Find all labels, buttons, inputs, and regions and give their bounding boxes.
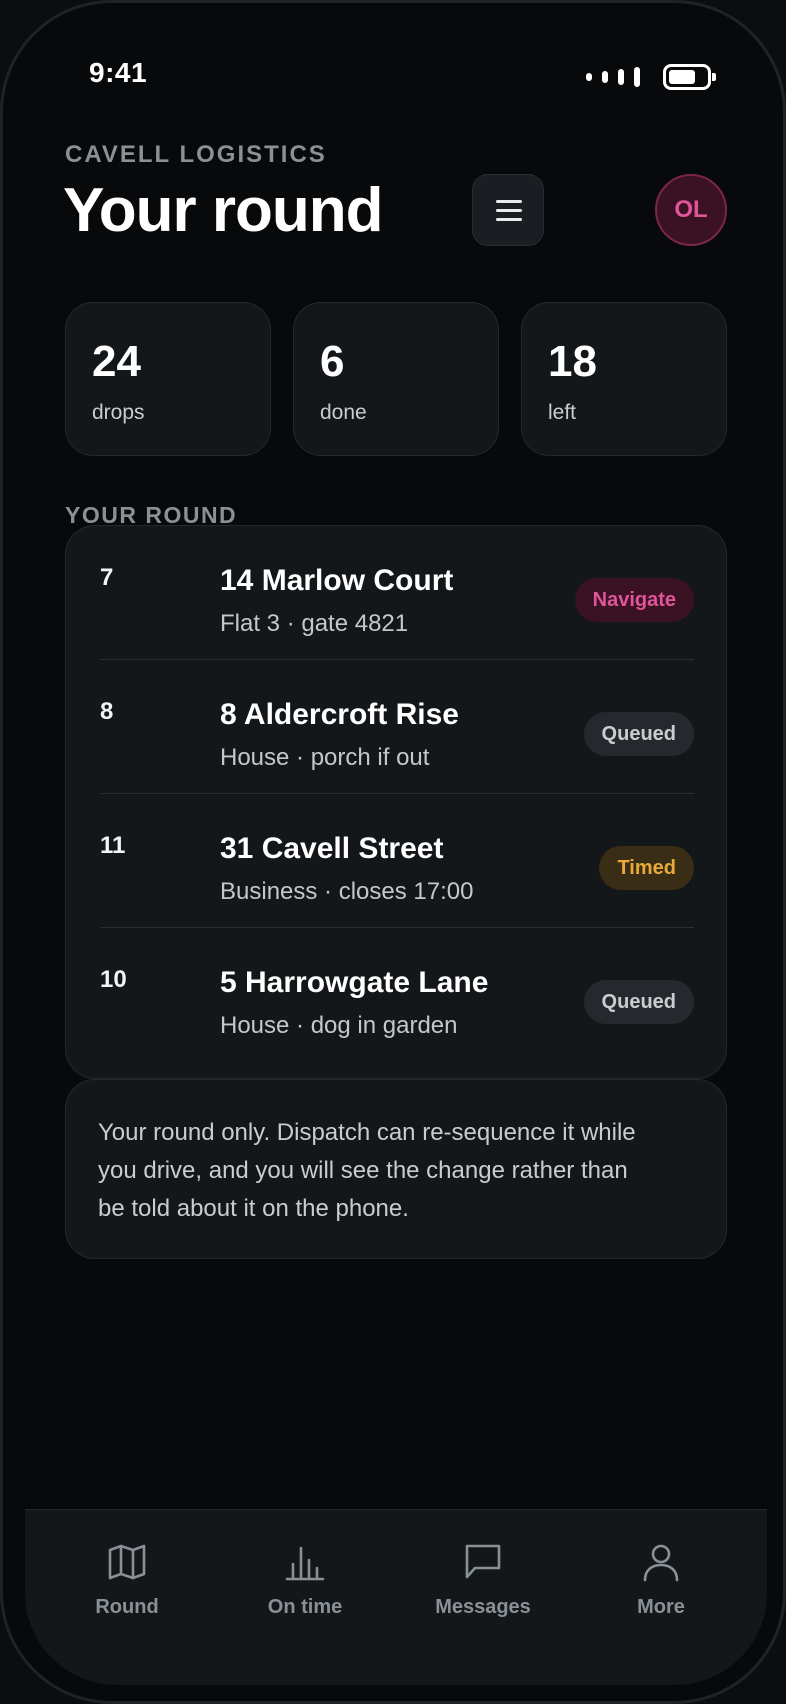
stat-value: 18 (548, 337, 597, 386)
stop-row[interactable]: 10 5 Harrowgate Lane House · dog in gard… (100, 928, 694, 1062)
tab-on-time[interactable]: On time (225, 1542, 385, 1632)
navigate-button[interactable]: Navigate (574, 578, 694, 622)
message-icon (465, 1544, 501, 1579)
info-note: Your round only. Dispatch can re-sequenc… (65, 1079, 727, 1259)
status-badge: Queued (583, 712, 694, 756)
status-badge: Timed (599, 846, 694, 890)
hamburger-icon (496, 200, 522, 222)
bar-chart-icon (285, 1546, 325, 1581)
stat-value: 6 (320, 337, 345, 386)
tab-more[interactable]: More (581, 1542, 741, 1632)
stop-row[interactable]: 7 14 Marlow Court Flat 3 · gate 4821 Nav… (100, 526, 694, 660)
stop-detail: House · dog in garden (220, 1012, 458, 1039)
stop-sequence: 7 (100, 564, 114, 591)
user-icon (643, 1544, 679, 1582)
stop-address: 31 Cavell Street (220, 832, 444, 865)
stop-row[interactable]: 8 8 Aldercroft Rise House · porch if out… (100, 660, 694, 794)
stop-detail: House · porch if out (220, 744, 430, 771)
info-note-text: Your round only. Dispatch can re-sequenc… (98, 1119, 636, 1222)
stat-card-left: 18 left (521, 302, 727, 456)
stop-sequence: 8 (100, 698, 114, 725)
page-title: Your round (63, 176, 383, 245)
round-list: 7 14 Marlow Court Flat 3 · gate 4821 Nav… (65, 525, 727, 1079)
avatar[interactable]: OL (655, 174, 727, 246)
battery-icon (663, 64, 716, 90)
stop-sequence: 11 (100, 832, 126, 859)
stat-label: done (320, 401, 367, 424)
stat-label: drops (92, 401, 145, 424)
stop-row[interactable]: 11 31 Cavell Street Business · closes 17… (100, 794, 694, 928)
tab-round[interactable]: Round (47, 1542, 207, 1632)
menu-button[interactable] (472, 174, 544, 246)
tab-label: Messages (435, 1596, 531, 1618)
phone-frame: 9:41 CAVELL LOGISTICS Your round OL 24 d… (0, 0, 786, 1704)
tab-label: More (637, 1596, 685, 1618)
tab-messages[interactable]: Messages (403, 1542, 563, 1632)
status-badge: Queued (583, 980, 694, 1024)
stop-detail: Flat 3 · gate 4821 (220, 610, 409, 637)
stop-address: 14 Marlow Court (220, 564, 454, 597)
status-time: 9:41 (89, 57, 148, 88)
stat-label: left (548, 401, 577, 424)
stat-card-done: 6 done (293, 302, 499, 456)
stat-card-drops: 24 drops (65, 302, 271, 456)
signal-icon (586, 67, 640, 87)
stop-sequence: 10 (100, 966, 127, 993)
stop-detail: Business · closes 17:00 (220, 878, 474, 905)
tab-label: On time (267, 1596, 343, 1618)
map-icon (108, 1544, 146, 1580)
tab-bar: Round On time Messages More (25, 1509, 767, 1685)
stat-value: 24 (92, 337, 141, 386)
company-name: CAVELL LOGISTICS (65, 141, 327, 168)
tab-label: Round (95, 1596, 159, 1618)
stop-address: 5 Harrowgate Lane (220, 966, 489, 999)
stop-address: 8 Aldercroft Rise (220, 698, 459, 731)
